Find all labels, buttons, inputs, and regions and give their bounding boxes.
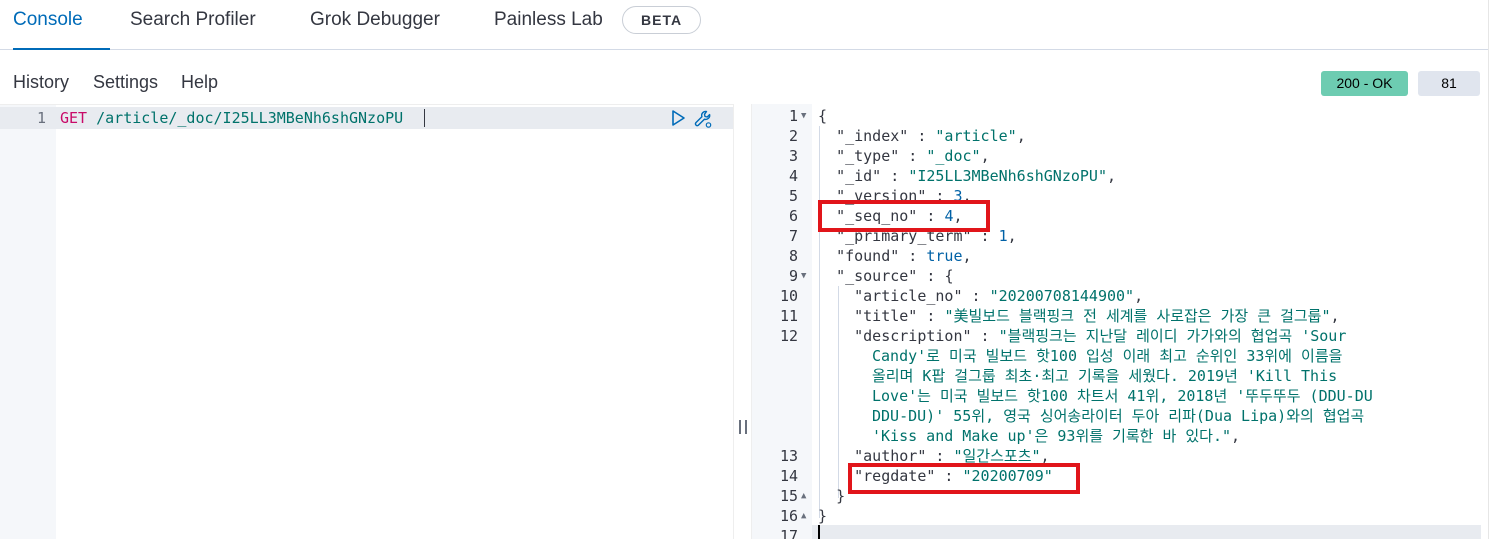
console-menu: History Settings Help 200 - OK 81 ms	[0, 60, 1491, 116]
line-number: 12	[779, 327, 798, 345]
json-line: }	[818, 507, 828, 525]
json-line: "_source" : {	[836, 267, 954, 285]
json-line: Love'는 미국 빌보드 핫100 차트서 41위, 2018년 '뚜두뚜두 …	[872, 387, 1373, 405]
line-number: 10	[779, 287, 798, 305]
tab-search-profiler[interactable]: Search Profiler	[130, 0, 256, 50]
json-line: DDU-DU)' 55위, 영국 싱어송라이터 두아 리파(Dua Lipa)와…	[872, 407, 1365, 425]
json-line: "found" : true,	[836, 247, 972, 265]
json-line: "article_no" : "20200708144900",	[854, 287, 1144, 305]
json-line: }	[836, 487, 846, 505]
caret-down-icon[interactable]: ▼	[801, 106, 811, 126]
line-number: 3	[788, 147, 798, 165]
line-number: 4	[788, 167, 798, 185]
request-method: GET	[60, 109, 88, 127]
request-line[interactable]: GET /article/_doc/I25LL3MBeNh6shGNzoPU	[60, 107, 403, 129]
tab-painless-lab[interactable]: Painless Lab	[494, 0, 603, 50]
beta-badge: BETA	[622, 6, 702, 34]
line-number: 1	[36, 109, 46, 127]
line-number: 17	[779, 527, 798, 539]
tab-grok-debugger[interactable]: Grok Debugger	[310, 0, 440, 50]
request-time-badge: 81 ms	[1418, 71, 1480, 116]
json-line: "title" : "美빌보드 블랙핑크 전 세계를 사로잡은 가장 큰 걸그룹…	[854, 307, 1340, 325]
wrench-icon[interactable]	[693, 109, 713, 129]
json-line: "description" : "블랙핑크는 지난달 레이디 가가와의 협업곡 …	[854, 327, 1347, 345]
response-gutter: 1 2 3 4 5 6 7 8 9 10 11 12 13 14 15 16 1…	[752, 104, 812, 539]
line-number: 7	[788, 227, 798, 245]
json-line: "_index" : "article",	[836, 127, 1026, 145]
json-line: {	[818, 107, 828, 125]
json-line: "_type" : "_doc",	[836, 147, 990, 165]
request-gutter	[0, 105, 56, 539]
regdate-highlight-box	[848, 463, 1080, 494]
caret-up-icon[interactable]: ▲	[801, 506, 811, 526]
json-line: Candy'로 미국 빌보드 핫100 입성 이래 최고 순위인 33위에 이름…	[872, 347, 1343, 365]
line-number: 16	[779, 507, 798, 525]
play-icon[interactable]	[669, 109, 687, 127]
seq-no-highlight-box	[818, 200, 990, 232]
caret-up-icon[interactable]: ▲	[801, 486, 811, 506]
settings-menu-item[interactable]: Settings	[93, 72, 158, 93]
status-badge: 200 - OK	[1321, 71, 1408, 96]
line-number: 11	[779, 307, 798, 325]
help-menu-item[interactable]: Help	[181, 72, 218, 93]
tab-console[interactable]: Console	[13, 0, 110, 50]
active-line-highlight	[812, 525, 1481, 539]
pane-splitter[interactable]	[733, 104, 752, 539]
line-number: 6	[788, 207, 798, 225]
request-path: /article/_doc/I25LL3MBeNh6shGNzoPU	[87, 109, 404, 127]
line-number: 14	[779, 467, 798, 485]
text-cursor	[818, 525, 820, 539]
line-number: 8	[788, 247, 798, 265]
drag-handle-icon[interactable]	[739, 420, 747, 434]
json-line: 'Kiss and Make up'은 93위를 기록한 바 있다.",	[872, 427, 1241, 445]
line-number: 1	[788, 107, 798, 125]
line-number: 15	[779, 487, 798, 505]
caret-down-icon[interactable]: ▼	[801, 266, 811, 286]
request-editor[interactable]: 1 GET /article/_doc/I25LL3MBeNh6shGNzoPU	[0, 104, 733, 539]
app-tabs: Console Search Profiler Grok Debugger Pa…	[0, 0, 1491, 50]
text-cursor	[424, 109, 425, 127]
line-number: 9	[788, 267, 798, 285]
line-number: 5	[788, 187, 798, 205]
history-menu-item[interactable]: History	[13, 72, 69, 93]
json-line: "_id" : "I25LL3MBeNh6shGNzoPU",	[836, 167, 1117, 185]
json-line: 올리며 K팝 걸그룹 최초·최고 기록을 세웠다. 2019년 'Kill Th…	[872, 367, 1338, 385]
line-number: 13	[779, 447, 798, 465]
line-number: 2	[788, 127, 798, 145]
